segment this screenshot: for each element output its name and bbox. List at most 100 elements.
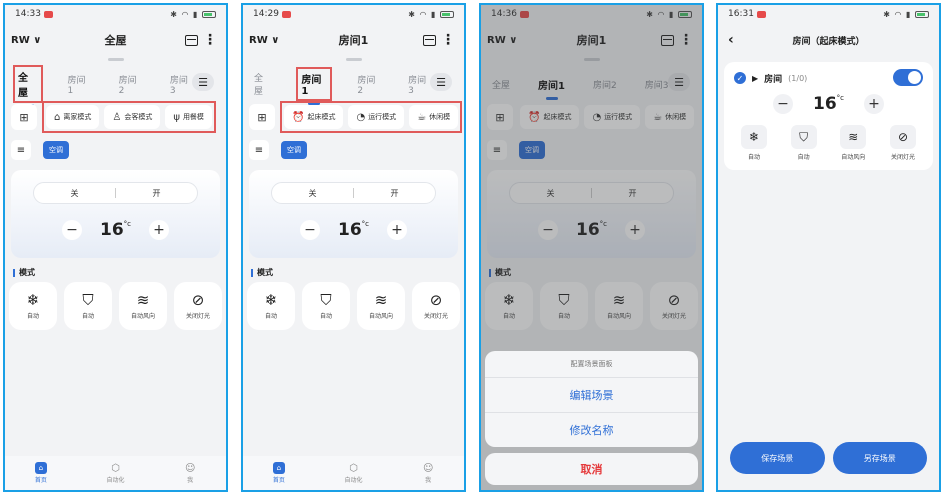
temp-number: 16 [99,220,124,240]
temp-increase-button[interactable]: + [149,220,170,240]
temp-unit: °c [361,220,370,228]
temp-unit: °c [836,94,845,102]
scene-away-button[interactable]: ⌂ 离家模式 [46,105,100,129]
save-as-scene-button[interactable]: 另存场景 [832,442,927,474]
back-icon[interactable]: ‹ [728,32,734,48]
status-time: 14:29 [253,9,279,19]
tab-room-1[interactable]: 房间1 [65,71,94,98]
device-chip-ac[interactable]: 空调 [281,141,307,159]
status-icons: ✱ ◠ ▮ [883,10,929,19]
battery-icon [202,10,216,18]
temperature-value: 16°c [338,220,369,240]
nav-home[interactable]: ⌂ 首页 [272,462,285,484]
power-off-button[interactable]: 关 [34,188,115,199]
alarm-icon: ⏰ [292,111,305,123]
tab-room-1[interactable]: 房间1 [296,67,333,105]
wind-icon: ≋ [136,290,150,309]
mode-label: 自动风向 [130,312,155,320]
temperature-value: 16°c [813,94,844,114]
save-scene-button[interactable]: 保存场景 [730,442,825,474]
cancel-button[interactable]: 取消 [485,453,698,485]
status-bar: 14:29 ✱ ◠ ▮ [243,5,464,23]
mode-auto-wind[interactable]: ≋ 自动风向 [357,282,405,330]
temp-unit: °c [123,220,132,228]
scene-leisure-button[interactable]: ☕ 休闲模 [409,105,459,129]
home-icon: ⌂ [34,462,47,474]
scene-label: 会客模式 [124,113,153,121]
tab-room-2[interactable]: 房间2 [116,71,145,98]
home-icon: ⌂ [54,111,61,123]
mode-light-off[interactable]: ⊘ 关闭灯光 [174,282,222,330]
automation-icon: ⬡ [111,462,120,474]
mode-auto-cool[interactable]: ❄ 自动 [9,282,57,330]
temp-increase-button[interactable]: + [387,220,408,240]
drag-handle[interactable] [107,58,124,61]
status-icons: ✱ ◠ ▮ [408,10,454,19]
temp-number: 16 [337,220,362,240]
mode-auto-wind[interactable]: ≋ 自动风向 [119,282,167,330]
mode-label: 自动 [26,312,39,320]
drag-handle[interactable] [345,58,362,61]
add-scene-icon[interactable]: ⊞ [11,104,37,130]
tab-whole-house[interactable]: 全屋 [251,69,274,99]
nav-me[interactable]: ☺ 我 [422,462,434,485]
mode-auto-cool[interactable]: ❄ 自动 [247,282,295,330]
wind-icon: ≋ [374,290,388,309]
tab-whole-house[interactable]: 全屋 [13,65,43,107]
scene-dining-button[interactable]: ψ 用餐模 [165,105,212,129]
room-toggle[interactable] [893,69,923,86]
mode-light-off[interactable]: ⊘ 关闭灯光 [883,125,923,161]
sort-icon[interactable]: ≡ [249,140,269,160]
expand-triangle-icon[interactable]: ▶ [752,74,758,83]
room-device-count: (1/0) [788,73,808,83]
status-time: 14:33 [15,9,41,19]
status-bar: 14:33 ✱ ◠ ▮ [5,5,226,23]
light-off-icon: ⊘ [889,125,916,149]
scene-label: 离家模式 [63,113,92,121]
battery-icon [440,10,454,18]
scan-icon[interactable] [423,34,436,46]
home-selector[interactable]: RW ∨ [249,35,279,46]
mode-auto-shield[interactable]: ⛉ 自动 [784,125,824,161]
mode-auto-shield[interactable]: ⛉ 自动 [64,282,112,330]
phone-screen-scene-detail: 16:31 ✱ ◠ ▮ ‹ 房间（起床模式） ✓ ▶ 房间 (1/0) − 16… [716,3,941,492]
nav-me[interactable]: ☺ 我 [184,462,196,485]
mode-auto-cool[interactable]: ❄ 自动 [734,125,774,161]
check-icon[interactable]: ✓ [734,72,746,84]
temp-increase-button[interactable]: + [864,94,885,114]
temp-decrease-button[interactable]: − [772,94,793,114]
temp-decrease-button[interactable]: − [61,220,82,240]
ac-control-card: 关开 − 16°c + [11,170,220,258]
nav-home[interactable]: ⌂ 首页 [34,462,47,484]
scene-guest-button[interactable]: ♙ 会客模式 [104,105,161,129]
home-selector[interactable]: RW ∨ [11,35,41,46]
device-chip-ac[interactable]: 空调 [43,141,69,159]
add-scene-icon[interactable]: ⊞ [249,104,275,130]
scene-running-button[interactable]: ◔ 运行模式 [348,105,405,129]
power-on-button[interactable]: 开 [354,188,435,199]
scene-wakeup-button[interactable]: ⏰ 起床模式 [284,105,344,129]
nav-automation[interactable]: ⬡ 自动化 [107,462,125,485]
temp-decrease-button[interactable]: − [299,220,320,240]
home-icon: ⌂ [272,462,285,474]
more-icon[interactable]: ⋮ [203,33,217,47]
power-off-button[interactable]: 关 [272,188,353,199]
power-on-button[interactable]: 开 [116,188,197,199]
ac-control-card: 关开 − 16°c + [249,170,458,258]
mode-auto-wind[interactable]: ≋ 自动风向 [833,125,873,161]
shield-icon: ⛉ [790,125,817,149]
sort-icon[interactable]: ≡ [11,140,31,160]
tab-room-2[interactable]: 房间2 [354,71,383,98]
menu-icon[interactable]: ☰ [430,73,452,91]
mode-light-off[interactable]: ⊘ 关闭灯光 [412,282,460,330]
edit-scene-button[interactable]: 编辑场景 [485,377,698,412]
more-icon[interactable]: ⋮ [441,33,455,47]
menu-icon[interactable]: ☰ [192,73,214,91]
room-device-card: ✓ ▶ 房间 (1/0) − 16°c + ❄ 自动 ⛉ 自动 ≋ 自动风向 ⊘ 关闭灯… [724,62,933,170]
rename-button[interactable]: 修改名称 [485,412,698,447]
automation-icon: ⬡ [349,462,358,474]
nav-automation[interactable]: ⬡ 自动化 [345,462,363,485]
scan-icon[interactable] [185,34,198,46]
mode-section-label: 模式 [251,267,273,278]
mode-auto-shield[interactable]: ⛉ 自动 [302,282,350,330]
